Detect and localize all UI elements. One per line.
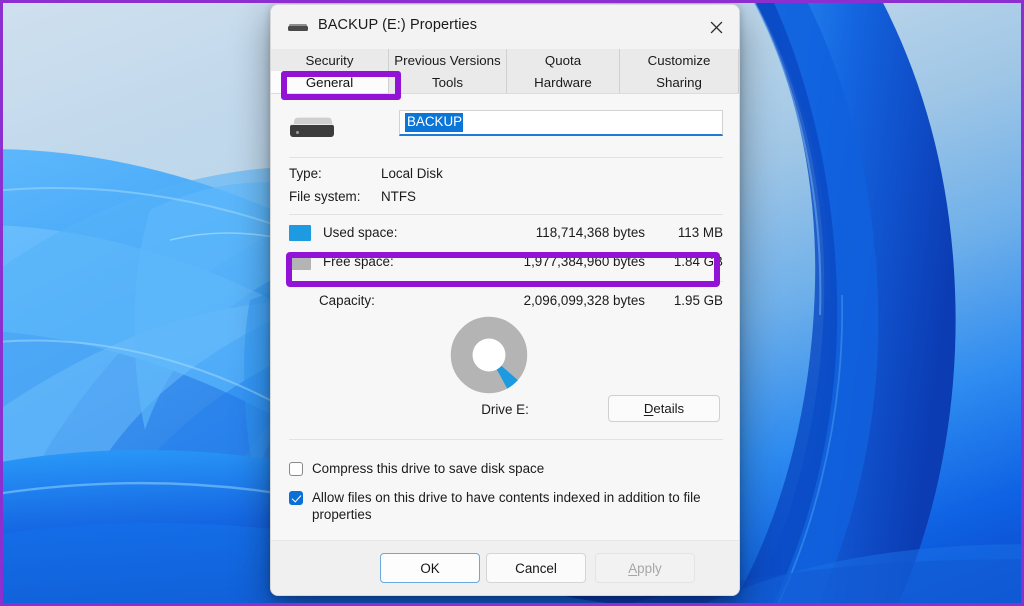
index-checkbox-row[interactable]: Allow files on this drive to have conten… — [289, 490, 721, 523]
tab-strip: Security Previous Versions Quota Customi… — [271, 49, 739, 94]
details-rest: etails — [653, 401, 685, 416]
compress-checkbox-row[interactable]: Compress this drive to save disk space — [289, 461, 721, 478]
drive-icon — [288, 24, 308, 31]
type-value: Local Disk — [381, 166, 443, 181]
type-label: Type: — [289, 166, 322, 181]
properties-dialog: BACKUP (E:) Properties Security Previous… — [270, 4, 740, 596]
free-space-label: Free space: — [323, 254, 394, 269]
tab-quota[interactable]: Quota — [507, 49, 620, 71]
used-space-row: Used space: 118,714,368 bytes 113 MB — [289, 222, 723, 243]
filesystem-value: NTFS — [381, 189, 416, 204]
used-space-bytes: 118,714,368 bytes — [535, 225, 645, 240]
ok-button[interactable]: OK — [380, 553, 480, 583]
divider-1 — [289, 157, 723, 158]
apply-button[interactable]: Apply — [595, 553, 695, 583]
apply-button-label: Apply — [628, 561, 662, 576]
tab-sharing[interactable]: Sharing — [620, 71, 739, 93]
capacity-size: 1.95 GB — [673, 293, 723, 308]
tab-hardware[interactable]: Hardware — [507, 71, 620, 93]
tab-general[interactable]: General — [271, 71, 389, 93]
tab-tools[interactable]: Tools — [389, 71, 507, 93]
general-tab-panel: BACKUP Type: Local Disk File system: NTF… — [271, 94, 739, 542]
free-space-row: Free space: 1,977,384,960 bytes 1.84 GB — [289, 251, 723, 272]
capacity-label: Capacity: — [319, 293, 375, 308]
close-button[interactable] — [693, 5, 739, 49]
disk-usage-donut-chart — [450, 316, 528, 394]
title-bar[interactable]: BACKUP (E:) Properties — [271, 5, 739, 49]
details-button[interactable]: Details — [608, 395, 720, 422]
tab-row-2: General Tools Hardware Sharing — [271, 71, 739, 93]
tab-previous-versions[interactable]: Previous Versions — [389, 49, 507, 71]
apply-accel: A — [628, 560, 638, 576]
tab-security[interactable]: Security — [271, 49, 389, 71]
free-space-swatch — [289, 253, 311, 270]
used-space-label: Used space: — [323, 225, 398, 240]
volume-name-input[interactable]: BACKUP — [399, 110, 723, 136]
used-space-swatch — [289, 224, 311, 241]
details-button-label: Details — [644, 401, 684, 416]
used-space-size: 113 MB — [677, 225, 723, 240]
index-checkbox[interactable] — [289, 491, 303, 505]
filesystem-label: File system: — [289, 189, 361, 204]
apply-rest: pply — [637, 560, 662, 576]
capacity-row: Capacity: 2,096,099,328 bytes 1.95 GB — [289, 290, 723, 311]
window-title: BACKUP (E:) Properties — [318, 17, 478, 33]
divider-3 — [289, 281, 723, 282]
capacity-bytes: 2,096,099,328 bytes — [523, 293, 645, 308]
free-space-bytes: 1,977,384,960 bytes — [523, 254, 645, 269]
free-space-size: 1.84 GB — [673, 254, 723, 269]
cancel-button[interactable]: Cancel — [486, 553, 586, 583]
volume-name-value: BACKUP — [405, 113, 464, 132]
drive-icon-large — [289, 116, 335, 138]
compress-checkbox-label: Compress this drive to save disk space — [312, 461, 545, 476]
compress-checkbox[interactable] — [289, 462, 303, 476]
tab-row-1: Security Previous Versions Quota Customi… — [271, 49, 739, 71]
donut-svg — [450, 316, 528, 394]
dialog-footer: OK Cancel Apply — [271, 540, 739, 595]
details-accel: D — [643, 401, 654, 416]
divider-4 — [289, 439, 723, 440]
divider-2 — [289, 214, 723, 215]
tab-customize[interactable]: Customize — [620, 49, 739, 71]
volume-name-row: BACKUP — [289, 106, 723, 152]
close-icon — [710, 21, 722, 33]
index-checkbox-label: Allow files on this drive to have conten… — [312, 490, 701, 522]
